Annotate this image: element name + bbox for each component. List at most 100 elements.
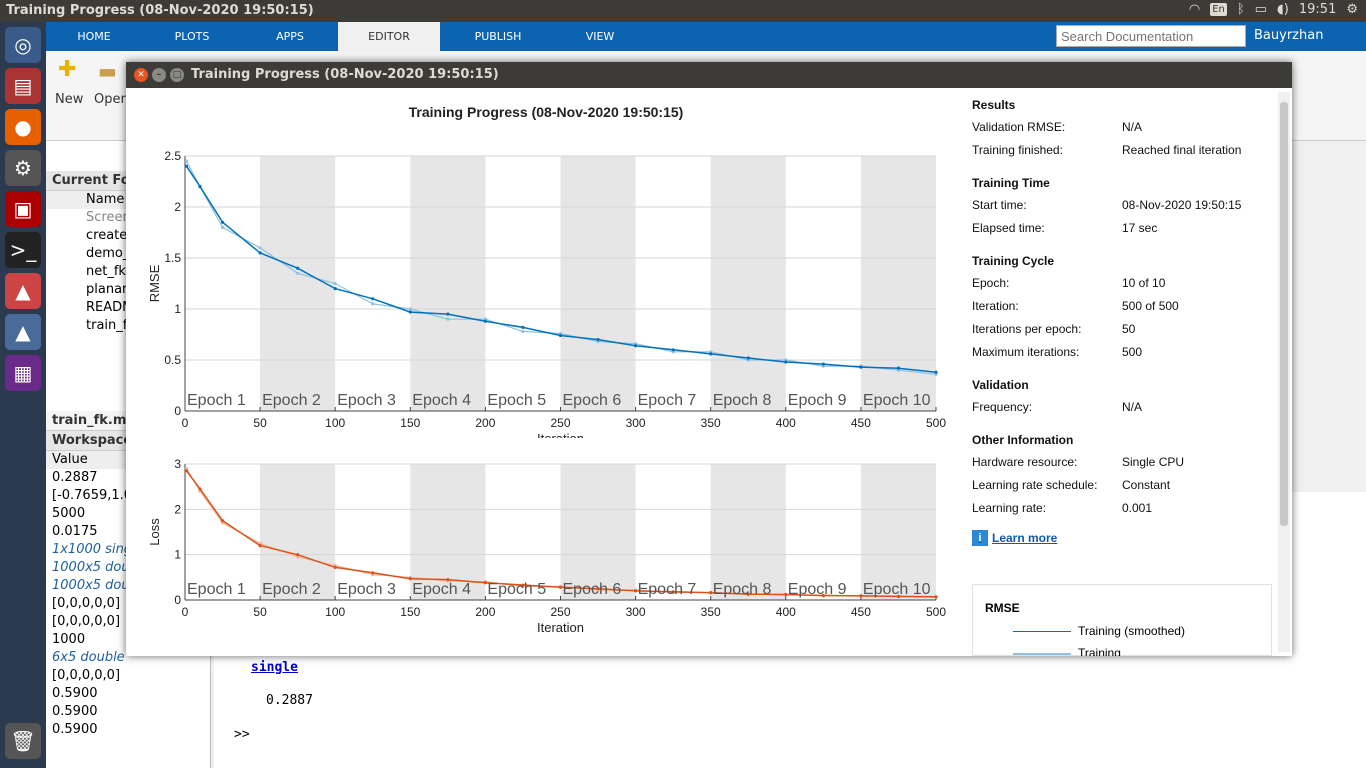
learn-more-link[interactable]: i Learn more: [972, 530, 1272, 546]
data-point-0: [596, 338, 600, 342]
epoch-label: Epoch 6: [563, 581, 622, 598]
open-folder-icon[interactable]: ▬: [98, 59, 117, 83]
class-link[interactable]: single: [251, 660, 298, 675]
workspace-value[interactable]: [0,0,0,0,0]: [46, 667, 210, 685]
tab-editor[interactable]: EDITOR: [338, 22, 440, 51]
epoch-label: Epoch 9: [788, 581, 847, 598]
new-button[interactable]: New: [55, 92, 83, 107]
open-button[interactable]: Open: [94, 92, 129, 107]
x-tick-label: 200: [475, 605, 495, 619]
y-tick-label: 1: [174, 302, 181, 316]
search-documentation-input[interactable]: [1056, 25, 1246, 47]
y-tick-label: 3: [174, 457, 181, 471]
software-icon[interactable]: ▣: [5, 191, 41, 227]
bluetooth-icon[interactable]: ᛒ: [1237, 2, 1245, 17]
data-point-0: [934, 370, 938, 374]
data-point-0: [198, 185, 202, 189]
window-titlebar[interactable]: ✕ – □ Training Progress (08-Nov-2020 19:…: [126, 62, 1292, 88]
matlab-tab-row: HOME PLOTS APPS EDITOR PUBLISH VIEW Bauy…: [46, 22, 1366, 51]
legend-title: RMSE: [985, 601, 1020, 615]
tab-view[interactable]: VIEW: [556, 22, 644, 51]
results-heading: Results: [972, 98, 1016, 112]
files-icon[interactable]: ▤: [5, 68, 41, 104]
x-tick-label: 450: [851, 605, 871, 619]
workspace-value[interactable]: 0.5900: [46, 721, 210, 739]
y-tick-label: 0: [174, 404, 181, 418]
x-tick-label: 150: [400, 416, 420, 430]
minimize-icon[interactable]: –: [152, 68, 166, 82]
new-plus-icon[interactable]: ✚: [58, 57, 76, 82]
x-axis-label: Iteration: [537, 431, 584, 438]
ubuntu-dash-icon[interactable]: ◎: [5, 27, 41, 63]
other-info-heading: Other Information: [972, 433, 1074, 447]
data-point-0: [258, 251, 262, 255]
data-point-0: [333, 565, 337, 569]
maximize-icon[interactable]: □: [170, 68, 184, 82]
maximum-iterations-label: Maximum iterations:: [972, 345, 1080, 359]
epoch-label: Epoch 7: [638, 581, 697, 598]
maximum-iterations-value: 500: [1122, 345, 1143, 359]
info-scrollbar[interactable]: [1278, 92, 1290, 652]
x-tick-label: 100: [325, 605, 345, 619]
epoch-band: [560, 464, 636, 600]
volume-icon[interactable]: ◖): [1277, 2, 1289, 17]
media-icon[interactable]: ▦: [5, 355, 41, 391]
training-progress-window: ✕ – □ Training Progress (08-Nov-2020 19:…: [126, 62, 1292, 656]
data-point-0: [634, 344, 638, 348]
data-point-0: [483, 319, 487, 323]
trash-icon[interactable]: 🗑: [5, 723, 41, 759]
data-point-0: [296, 553, 300, 557]
data-point-0: [220, 220, 225, 224]
settings-gear-icon[interactable]: ⚙: [1346, 2, 1358, 17]
wifi-icon[interactable]: ◠: [1189, 2, 1200, 17]
legend-smoothed-label: Training (smoothed): [1078, 624, 1185, 638]
close-icon[interactable]: ✕: [134, 68, 148, 82]
learn-more-label[interactable]: Learn more: [992, 531, 1057, 545]
epoch-label: Epoch 10: [863, 581, 931, 598]
epoch-label: Epoch 8: [713, 392, 772, 409]
workspace-value[interactable]: 0.5900: [46, 703, 210, 721]
data-point-0: [446, 312, 450, 316]
plot-area: Training Progress (08-Nov-2020 19:50:15)…: [126, 88, 962, 656]
workspace-value[interactable]: 0.5900: [46, 685, 210, 703]
matlab-icon[interactable]: ▲: [5, 273, 41, 309]
data-point-0: [371, 571, 375, 575]
y-tick-label: 2: [174, 200, 181, 214]
data-point-0: [408, 577, 412, 581]
x-tick-label: 0: [182, 416, 189, 430]
y-tick-label: 2.5: [164, 149, 181, 163]
iterations-per-epoch-value: 50: [1122, 322, 1136, 336]
y-tick-label: 0: [174, 593, 181, 607]
epoch-label: Epoch 9: [788, 392, 847, 409]
terminal-icon[interactable]: >_: [5, 232, 41, 268]
rmse-chart: 0 0.5 1 1.5 2 2.5 0 50 100 150 200 250 300 350 400 450 5…: [147, 149, 946, 438]
matlab-active-icon[interactable]: ▲: [5, 314, 41, 350]
y-tick-label: 1.5: [164, 251, 181, 265]
tab-home[interactable]: HOME: [46, 22, 142, 51]
validation-rmse-value: N/A: [1122, 120, 1143, 134]
window-title: Training Progress (08-Nov-2020 19:50:15): [191, 67, 499, 82]
battery-icon[interactable]: ▭: [1255, 2, 1267, 17]
iterations-per-epoch-label: Iterations per epoch:: [972, 322, 1082, 336]
training-time-heading: Training Time: [972, 176, 1050, 190]
start-time-label: Start time:: [972, 198, 1027, 212]
settings-app-icon[interactable]: ⚙: [5, 150, 41, 186]
epoch-band: [560, 156, 636, 411]
tab-apps[interactable]: APPS: [242, 22, 338, 51]
scrollbar-thumb[interactable]: [1280, 102, 1288, 526]
tab-publish[interactable]: PUBLISH: [440, 22, 556, 51]
data-point-0: [896, 366, 901, 370]
training-cycle-heading: Training Cycle: [972, 254, 1055, 268]
y-tick-label: 2: [174, 502, 181, 516]
x-tick-label: 250: [550, 605, 570, 619]
epoch-band: [710, 464, 786, 600]
user-account-menu[interactable]: Bauyrzhan: [1254, 28, 1323, 43]
keyboard-language[interactable]: En: [1210, 3, 1227, 16]
epoch-label: Epoch 1: [187, 581, 246, 598]
hardware-resource-label: Hardware resource:: [972, 455, 1078, 469]
command-prompt[interactable]: >>: [234, 727, 250, 742]
x-tick-label: 400: [776, 605, 796, 619]
clock[interactable]: 19:51: [1299, 2, 1336, 17]
tab-plots[interactable]: PLOTS: [142, 22, 242, 51]
firefox-icon[interactable]: ●: [5, 109, 41, 145]
